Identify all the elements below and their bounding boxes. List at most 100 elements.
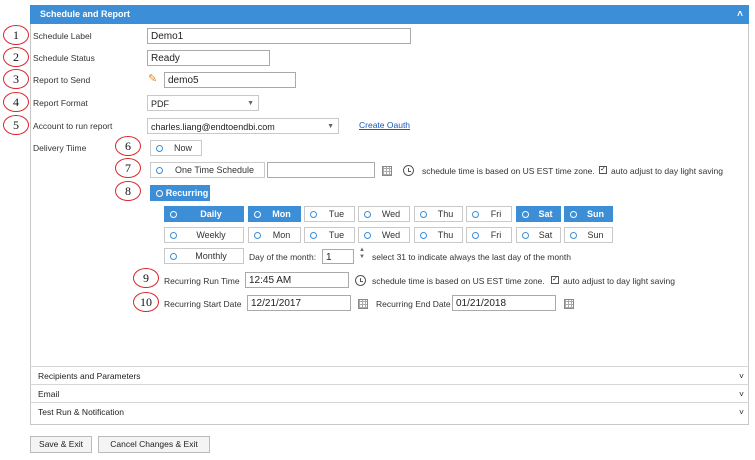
chevron-down-icon: ▼	[327, 123, 334, 130]
checkbox-icon	[522, 211, 529, 218]
panel-header[interactable]: Schedule and Report ˄	[30, 5, 749, 24]
run-time-est-note: schedule time is based on US EST time zo…	[372, 276, 545, 286]
weekly-sat[interactable]: Sat	[516, 227, 561, 243]
weekly-sun[interactable]: Sun	[564, 227, 613, 243]
report-to-send-label: Report to Send	[33, 75, 91, 85]
start-date-label: Recurring Start Date	[164, 299, 242, 309]
radio-icon	[170, 211, 177, 218]
daily-fri[interactable]: Fri	[466, 206, 512, 222]
save-exit-button[interactable]: Save & Exit	[30, 436, 92, 453]
day-of-month-input[interactable]: 1	[322, 249, 354, 264]
run-time-label: Recurring Run Time	[164, 276, 240, 286]
clock-icon[interactable]	[403, 165, 414, 176]
radio-icon	[156, 145, 163, 152]
checkbox-icon	[254, 232, 261, 239]
run-auto-adjust-checkbox[interactable]: ✓	[551, 276, 559, 284]
daily-wed[interactable]: Wed	[358, 206, 410, 222]
delivery-recurring-radio[interactable]: Recurring	[150, 185, 210, 201]
checkbox-icon	[472, 232, 479, 239]
daily-radio[interactable]: Daily	[164, 206, 244, 222]
checkbox-icon	[570, 211, 577, 218]
marker-2: 2	[3, 47, 29, 67]
daily-tue[interactable]: Tue	[304, 206, 355, 222]
radio-icon	[170, 232, 177, 239]
chevron-down-icon: ˅	[739, 371, 744, 381]
daily-sat[interactable]: Sat	[516, 206, 561, 222]
radio-icon	[156, 167, 163, 174]
schedule-status-input[interactable]: Ready	[147, 50, 270, 66]
account-value: charles.liang@endtoendbi.com	[151, 122, 275, 132]
marker-10: 10	[133, 292, 159, 312]
checkbox-icon	[420, 232, 427, 239]
chevron-down-icon: ▼	[247, 100, 254, 107]
spinner-icon[interactable]: ▲ ▼	[359, 247, 365, 261]
checkbox-icon	[310, 232, 317, 239]
marker-8: 8	[115, 181, 141, 201]
pencil-icon[interactable]: ✎	[148, 72, 157, 85]
daily-mon[interactable]: Mon	[248, 206, 301, 222]
weekly-thu[interactable]: Thu	[414, 227, 463, 243]
radio-icon	[170, 253, 177, 260]
one-time-datetime-input[interactable]	[267, 162, 375, 178]
chevron-down-icon: ˅	[739, 407, 744, 417]
report-to-send-input[interactable]: demo5	[164, 72, 296, 88]
delivery-time-label: Delivery Tiime	[33, 143, 87, 153]
checkbox-icon	[310, 211, 317, 218]
auto-adjust-label: auto adjust to day light saving	[611, 166, 723, 176]
run-auto-adjust-label: auto adjust to day light saving	[563, 276, 675, 286]
daily-thu[interactable]: Thu	[414, 206, 463, 222]
monthly-radio[interactable]: Monthly	[164, 248, 244, 264]
end-date-label: Recurring End Date	[376, 299, 451, 309]
calendar-icon[interactable]	[358, 299, 368, 309]
start-date-input[interactable]: 12/21/2017	[247, 295, 351, 311]
account-select[interactable]: charles.liang@endtoendbi.com ▼	[147, 118, 339, 134]
marker-6: 6	[115, 136, 141, 156]
chevron-down-icon: ˅	[739, 389, 744, 399]
report-format-value: PDF	[151, 99, 169, 109]
section-recipients[interactable]: Recipients and Parameters ˅	[30, 366, 749, 384]
weekly-tue[interactable]: Tue	[304, 227, 355, 243]
est-note: schedule time is based on US EST time zo…	[422, 166, 595, 176]
delivery-now-radio[interactable]: Now	[150, 140, 202, 156]
cancel-exit-button[interactable]: Cancel Changes & Exit	[98, 436, 210, 453]
section-email[interactable]: Email ˅	[30, 384, 749, 402]
checkbox-icon	[364, 232, 371, 239]
marker-7: 7	[115, 158, 141, 178]
delivery-one-time-radio[interactable]: One Time Schedule	[150, 162, 265, 178]
panel-title: Schedule and Report	[40, 9, 131, 19]
marker-9: 9	[133, 268, 159, 288]
section-test-run[interactable]: Test Run & Notification ˅	[30, 402, 749, 420]
checkbox-icon	[570, 232, 577, 239]
checkbox-icon	[522, 232, 529, 239]
marker-4: 4	[3, 92, 29, 112]
auto-adjust-checkbox[interactable]: ✓	[599, 166, 607, 174]
calendar-icon[interactable]	[564, 299, 574, 309]
checkbox-icon	[254, 211, 261, 218]
end-date-input[interactable]: 01/21/2018	[452, 295, 556, 311]
report-format-label: Report Format	[33, 98, 88, 108]
checkbox-icon	[364, 211, 371, 218]
schedule-label-input[interactable]: Demo1	[147, 28, 411, 44]
weekly-wed[interactable]: Wed	[358, 227, 410, 243]
create-oauth-link[interactable]: Create Oauth	[359, 120, 410, 130]
weekly-fri[interactable]: Fri	[466, 227, 512, 243]
weekly-mon[interactable]: Mon	[248, 227, 301, 243]
day-of-month-note: select 31 to indicate always the last da…	[372, 252, 571, 262]
schedule-label-label: Schedule Label	[33, 31, 92, 41]
report-format-select[interactable]: PDF ▼	[147, 95, 259, 111]
marker-3: 3	[3, 69, 29, 89]
account-label: Account to run report	[33, 121, 113, 131]
weekly-radio[interactable]: Weekly	[164, 227, 244, 243]
run-time-input[interactable]: 12:45 AM	[245, 272, 349, 288]
marker-5: 5	[3, 115, 29, 135]
checkbox-icon	[472, 211, 479, 218]
marker-1: 1	[3, 25, 29, 45]
calendar-icon[interactable]	[382, 166, 392, 176]
radio-icon	[156, 190, 163, 197]
chevron-up-icon[interactable]: ˄	[737, 5, 743, 24]
daily-sun[interactable]: Sun	[564, 206, 613, 222]
checkbox-icon	[420, 211, 427, 218]
schedule-status-label: Schedule Status	[33, 53, 95, 63]
clock-icon[interactable]	[355, 275, 366, 286]
day-of-month-label: Day of the month:	[249, 252, 317, 262]
